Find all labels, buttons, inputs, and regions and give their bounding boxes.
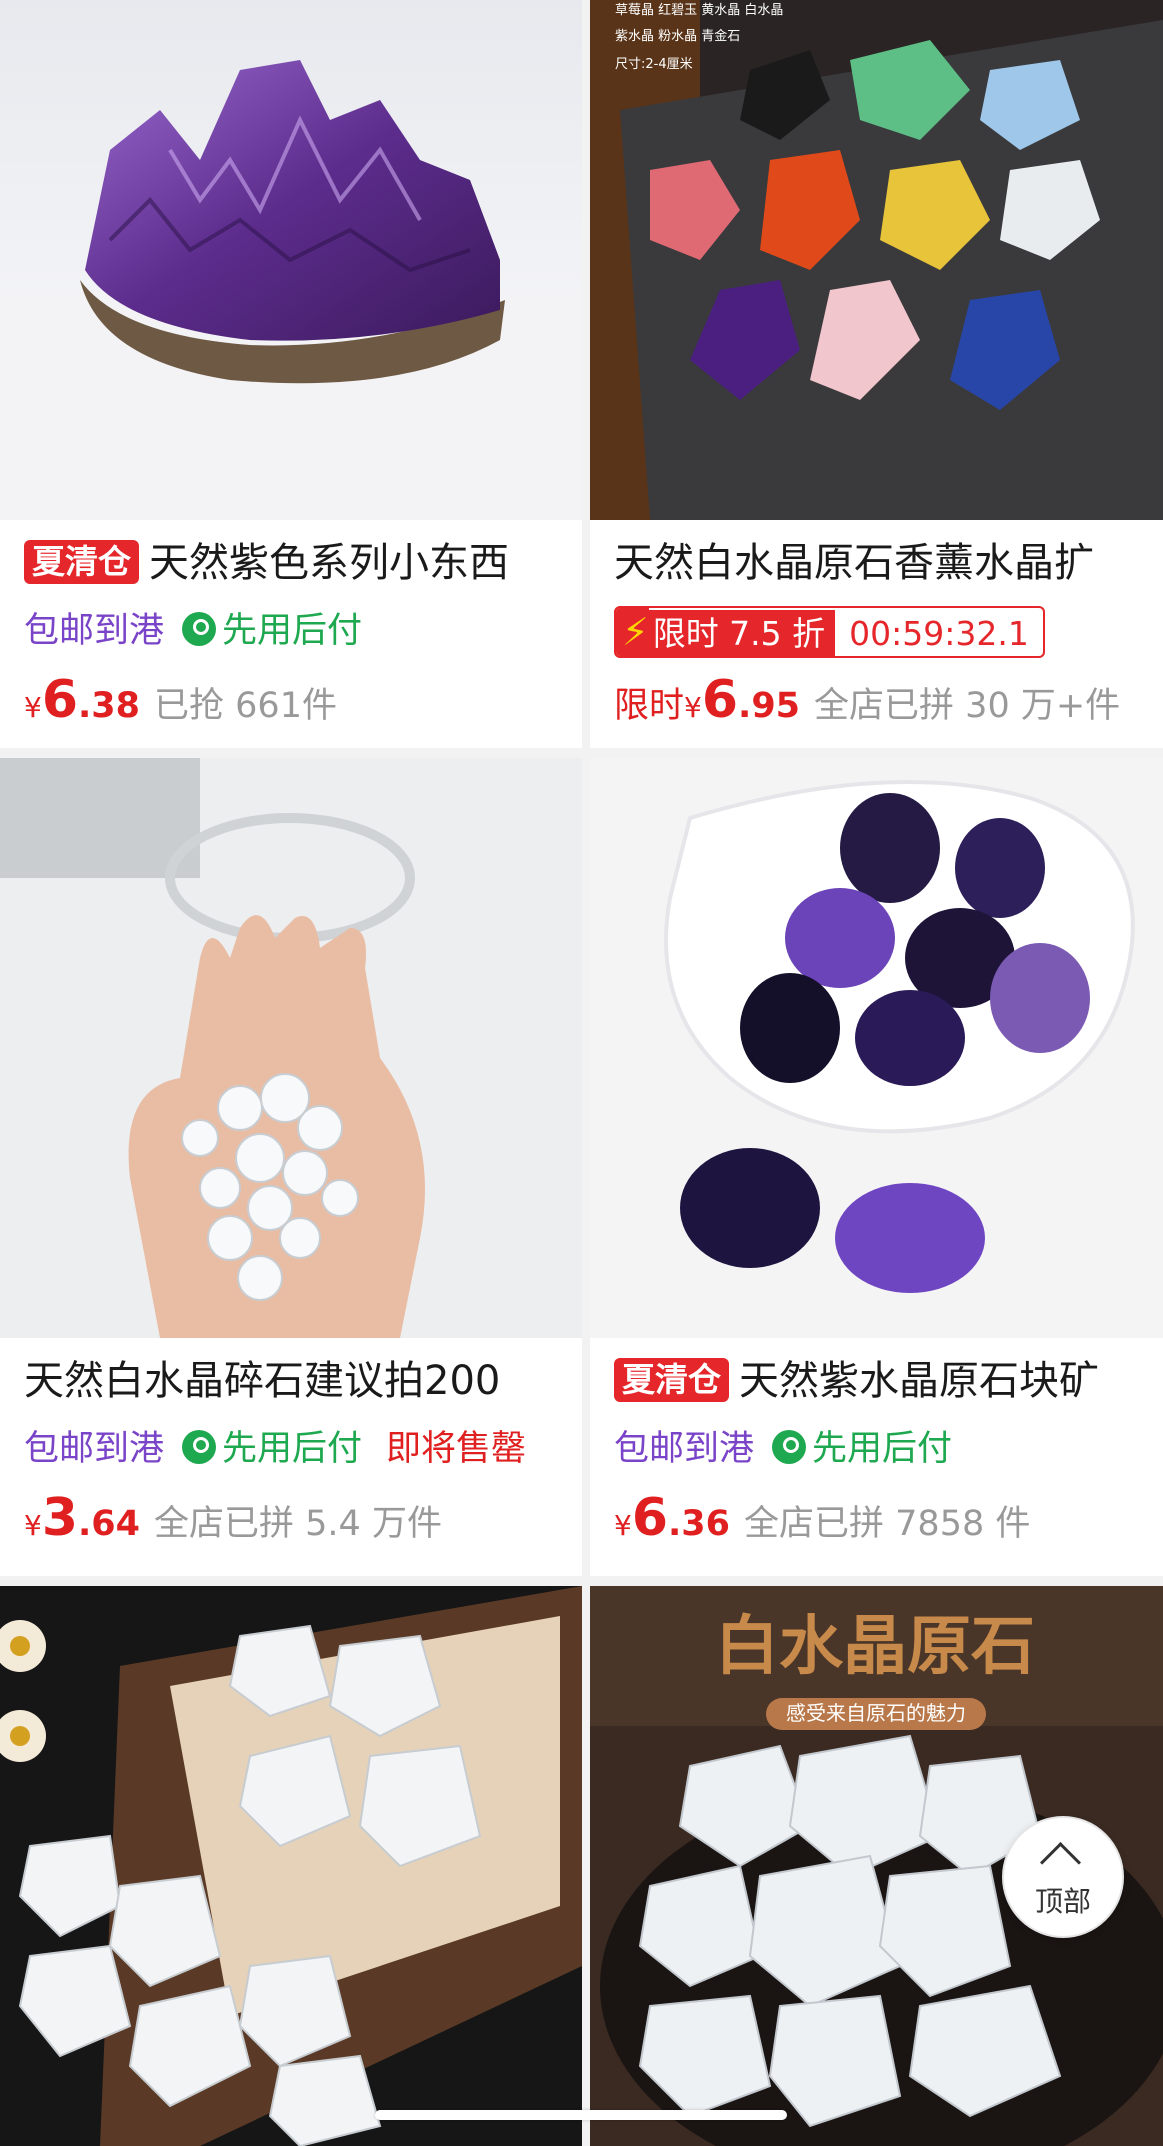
flash-sale-label: 限时 7.5 折 <box>648 610 836 656</box>
product-title-text: 天然紫色系列小东西 <box>149 540 509 586</box>
image-subheading: 感受来自原石的魅力 <box>786 1701 966 1725</box>
image-caption-1: 草莓晶 红碧玉 黄水晶 白水晶 <box>615 2 783 18</box>
flash-sale-banner: ⚡ 限时 7.5 折 00:59:32.1 <box>614 606 1045 658</box>
sold-count: 全店已拼 7858 件 <box>744 1504 1031 1544</box>
sold-count: 已抢 661件 <box>154 686 337 726</box>
free-shipping-tag: 包邮到港 <box>614 1429 755 1469</box>
price-row: ¥6.36 全店已拼 7858 件 <box>614 1488 1153 1548</box>
image-caption-3: 尺寸:2-4厘米 <box>615 57 693 72</box>
price-integer: 6 <box>631 1488 669 1548</box>
product-image[interactable] <box>590 758 1163 1338</box>
product-image[interactable]: 草莓晶 红碧玉 黄水晶 白水晶 紫水晶 粉水晶 青金石 尺寸:2-4厘米 <box>590 0 1163 520</box>
lightning-icon: ⚡ <box>616 608 649 656</box>
product-title[interactable]: 夏清仓 天然紫色系列小东西 <box>24 538 572 588</box>
sold-count: 全店已拼 5.4 万件 <box>154 1504 442 1544</box>
pay-later-tag: 先用后付 <box>812 1429 953 1469</box>
image-caption-2: 紫水晶 粉水晶 青金石 <box>615 28 740 44</box>
pay-later-tag: 先用后付 <box>222 611 363 651</box>
image-heading: 白水晶原石 <box>715 1609 1035 1684</box>
clearance-badge: 夏清仓 <box>614 1358 729 1402</box>
product-card[interactable]: 草莓晶 红碧玉 黄水晶 白水晶 紫水晶 粉水晶 青金石 尺寸:2-4厘米 天然白… <box>590 0 1163 748</box>
free-shipping-tag: 包邮到港 <box>24 611 165 651</box>
price-decimal: .36 <box>668 1504 731 1544</box>
price-row: ¥6.38 已抢 661件 <box>24 670 572 730</box>
currency-symbol: ¥ <box>24 1509 42 1542</box>
product-info: 夏清仓 天然紫色系列小东西 包邮到港 先用后付 ¥6.38 已抢 661件 <box>0 520 582 748</box>
product-image[interactable] <box>0 0 582 520</box>
tag-row: 包邮到港 先用后付 <box>614 1424 1153 1474</box>
limited-prefix: 限时 <box>614 686 685 726</box>
price-integer: 6 <box>701 670 739 730</box>
tag-row: 包邮到港 先用后付 即将售罄 <box>24 1424 572 1474</box>
sold-count: 全店已拼 30 万+件 <box>814 686 1121 726</box>
currency-symbol: ¥ <box>614 1509 632 1542</box>
product-title-text: 天然紫水晶原石块矿 <box>739 1358 1099 1404</box>
shield-icon <box>182 1430 217 1464</box>
shield-icon <box>772 1430 807 1464</box>
back-to-top-label: 顶部 <box>1034 1885 1091 1918</box>
countdown-timer: 00:59:32.1 <box>849 614 1029 653</box>
product-info: 夏清仓 天然紫水晶原石块矿 包邮到港 先用后付 ¥6.36 全店已拼 7858 件 <box>590 1338 1163 1576</box>
product-card[interactable]: 夏清仓 天然紫色系列小东西 包邮到港 先用后付 ¥6.38 已抢 661件 <box>0 0 582 748</box>
chevron-up-icon <box>1039 1841 1082 1884</box>
selling-out-tag: 即将售罄 <box>386 1429 527 1469</box>
pay-later-tag: 先用后付 <box>222 1429 363 1469</box>
price-row: 限时¥6.95 全店已拼 30 万+件 <box>614 670 1153 730</box>
product-card[interactable] <box>0 1586 582 2146</box>
price-decimal: .38 <box>78 686 141 726</box>
currency-symbol: ¥ <box>684 691 702 724</box>
tag-row: ⚡ 限时 7.5 折 00:59:32.1 <box>614 606 1153 658</box>
product-card[interactable]: 夏清仓 天然紫水晶原石块矿 包邮到港 先用后付 ¥6.36 全店已拼 7858 件 <box>590 758 1163 1576</box>
free-shipping-tag: 包邮到港 <box>24 1429 165 1469</box>
tag-row: 包邮到港 先用后付 <box>24 606 572 656</box>
product-title[interactable]: 夏清仓 天然紫水晶原石块矿 <box>614 1356 1153 1406</box>
product-info: 天然白水晶碎石建议拍200 包邮到港 先用后付 即将售罄 ¥3.64 全店已拼 5.4… <box>0 1338 582 1576</box>
back-to-top-button[interactable]: 顶部 <box>1002 1816 1124 1938</box>
home-indicator[interactable] <box>375 2110 787 2120</box>
price-row: ¥3.64 全店已拼 5.4 万件 <box>24 1488 572 1548</box>
product-title[interactable]: 天然白水晶原石香薰水晶扩 <box>614 538 1153 588</box>
clearance-badge: 夏清仓 <box>24 540 139 584</box>
product-card[interactable]: 天然白水晶碎石建议拍200 包邮到港 先用后付 即将售罄 ¥3.64 全店已拼 5.4… <box>0 758 582 1576</box>
product-title[interactable]: 天然白水晶碎石建议拍200 <box>24 1356 572 1406</box>
product-image[interactable] <box>0 1586 582 2146</box>
product-image[interactable] <box>0 758 582 1338</box>
price-integer: 6 <box>41 670 79 730</box>
price-integer: 3 <box>41 1488 79 1548</box>
shield-icon <box>182 612 217 646</box>
product-info: 天然白水晶原石香薰水晶扩 ⚡ 限时 7.5 折 00:59:32.1 限时¥6.95… <box>590 520 1163 748</box>
currency-symbol: ¥ <box>24 691 42 724</box>
price-decimal: .95 <box>738 686 801 726</box>
price-decimal: .64 <box>78 1504 141 1544</box>
